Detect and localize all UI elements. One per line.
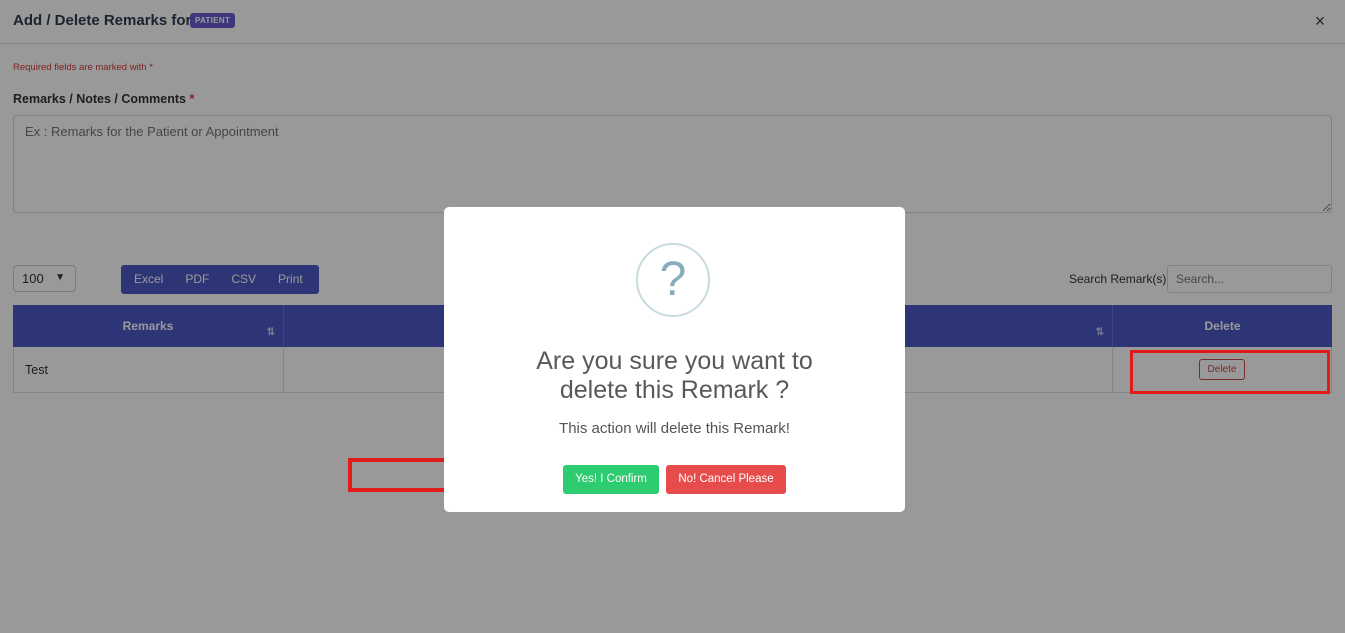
dialog-title-line2: delete this Remark ?	[559, 376, 790, 404]
confirm-button[interactable]: Yes! I Confirm	[563, 465, 659, 494]
annotation-highlight-box	[1130, 350, 1330, 394]
dialog-title: Are you sure you want to delete this Rem…	[444, 347, 905, 405]
dialog-title-line1: Are you sure you want to	[536, 347, 813, 375]
cancel-button[interactable]: No! Cancel Please	[666, 465, 786, 494]
question-icon: ?	[636, 243, 710, 317]
confirm-dialog: ? Are you sure you want to delete this R…	[444, 207, 905, 512]
dialog-message: This action will delete this Remark!	[559, 420, 790, 437]
